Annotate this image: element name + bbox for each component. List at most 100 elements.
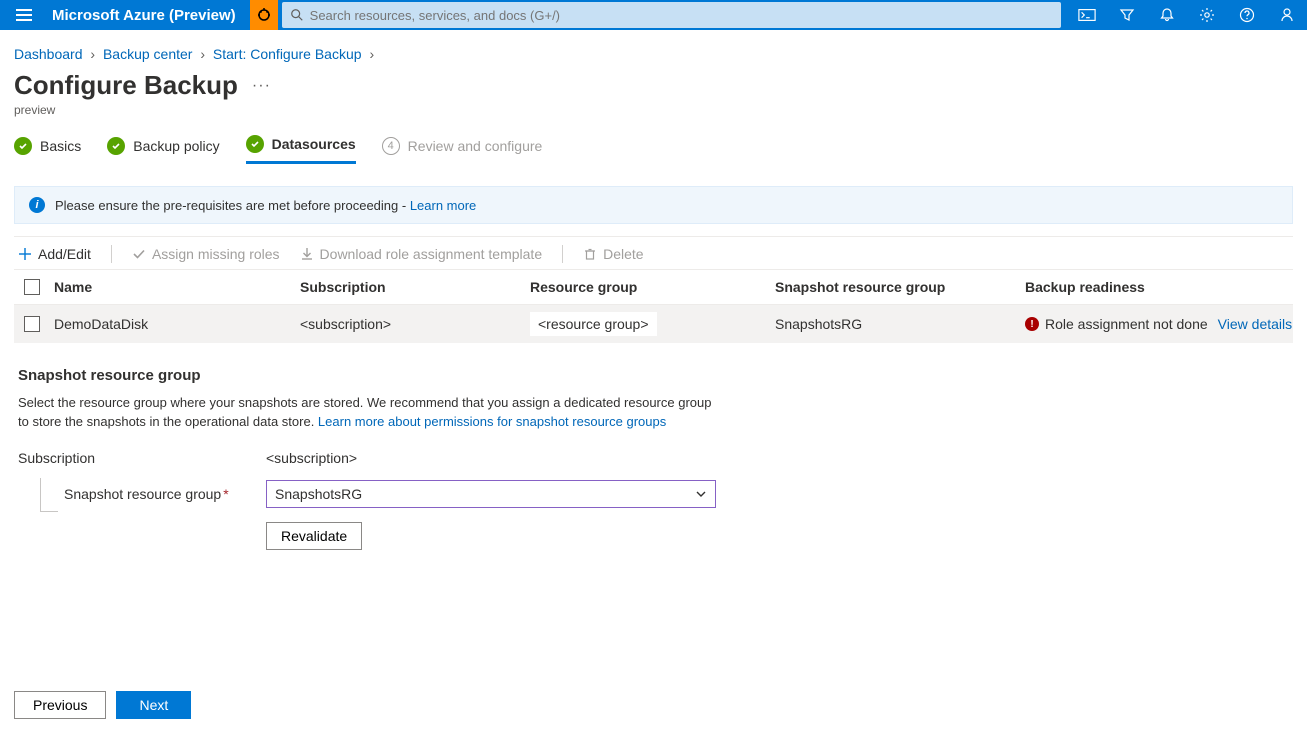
subscription-value: <subscription> <box>266 450 357 466</box>
divider <box>111 245 112 263</box>
col-resource-group: Resource group <box>530 279 775 295</box>
download-icon <box>300 247 314 261</box>
assign-roles-label: Assign missing roles <box>152 246 280 262</box>
next-button[interactable]: Next <box>116 691 191 719</box>
assign-roles-button: Assign missing roles <box>132 246 280 262</box>
preview-bug-button[interactable] <box>250 0 278 30</box>
readiness-text: Role assignment not done <box>1045 316 1208 332</box>
required-indicator: * <box>223 486 228 502</box>
snapshot-rg-section: Snapshot resource group Select the resou… <box>18 367 1289 432</box>
add-edit-button[interactable]: Add/Edit <box>18 246 91 262</box>
form-block: Subscription <subscription> Snapshot res… <box>18 450 1289 550</box>
check-icon <box>246 135 264 153</box>
check-icon <box>107 137 125 155</box>
step-number-icon: 4 <box>382 137 400 155</box>
col-name: Name <box>50 279 300 295</box>
step-review-and-configure: 4 Review and configure <box>382 137 543 163</box>
snapshot-rg-dropdown[interactable]: SnapshotsRG <box>266 480 716 508</box>
chevron-down-icon <box>695 488 707 500</box>
notifications-button[interactable] <box>1147 0 1187 30</box>
check-icon <box>132 247 146 261</box>
filter-icon <box>1119 7 1135 23</box>
tree-connector-icon <box>40 478 58 512</box>
hamburger-icon <box>16 14 32 16</box>
select-all-checkbox[interactable] <box>24 279 40 295</box>
search-box[interactable] <box>282 2 1061 28</box>
page-title-row: Configure Backup ··· <box>0 66 1307 101</box>
cell-snapshot-rg: SnapshotsRG <box>775 316 1025 332</box>
col-snapshot-rg: Snapshot resource group <box>775 279 1025 295</box>
add-edit-label: Add/Edit <box>38 246 91 262</box>
top-bar: Microsoft Azure (Preview) <box>0 0 1307 30</box>
menu-button[interactable] <box>0 0 48 30</box>
step-label: Datasources <box>272 136 356 152</box>
help-button[interactable] <box>1227 0 1267 30</box>
more-actions-button[interactable]: ··· <box>252 77 271 95</box>
form-row-revalidate: Revalidate <box>18 522 1289 550</box>
row-checkbox[interactable] <box>24 316 40 332</box>
settings-button[interactable] <box>1187 0 1227 30</box>
revalidate-button[interactable]: Revalidate <box>266 522 362 550</box>
chevron-right-icon: › <box>369 46 374 62</box>
check-icon <box>14 137 32 155</box>
delete-label: Delete <box>603 246 643 262</box>
previous-button[interactable]: Previous <box>14 691 106 719</box>
view-details-link[interactable]: View details <box>1218 316 1292 332</box>
section-description-link[interactable]: Learn more about permissions for snapsho… <box>318 414 666 429</box>
brand-label: Microsoft Azure (Preview) <box>48 7 250 24</box>
download-template-button: Download role assignment template <box>300 246 543 262</box>
bell-icon <box>1159 7 1175 23</box>
error-icon: ! <box>1025 317 1039 331</box>
step-label: Basics <box>40 138 81 154</box>
col-subscription: Subscription <box>300 279 530 295</box>
download-template-label: Download role assignment template <box>320 246 543 262</box>
breadcrumb-item-dashboard[interactable]: Dashboard <box>14 46 83 62</box>
chevron-right-icon: › <box>200 46 205 62</box>
section-title: Snapshot resource group <box>18 367 1289 384</box>
info-banner: i Please ensure the pre-requisites are m… <box>14 186 1293 224</box>
page-subtitle: preview <box>0 101 1307 135</box>
cell-subscription: <subscription> <box>300 316 530 332</box>
search-input[interactable] <box>304 8 1053 23</box>
cloud-shell-button[interactable] <box>1067 0 1107 30</box>
wizard-steps: Basics Backup policy Datasources 4 Revie… <box>0 135 1307 174</box>
subscription-label: Subscription <box>18 450 266 466</box>
info-icon: i <box>29 197 45 213</box>
step-backup-policy[interactable]: Backup policy <box>107 137 219 163</box>
step-label: Review and configure <box>408 138 543 154</box>
directory-filter-button[interactable] <box>1107 0 1147 30</box>
snapshot-rg-value: SnapshotsRG <box>275 486 362 502</box>
help-icon <box>1239 7 1255 23</box>
snapshot-rg-label: Snapshot resource group <box>64 486 221 502</box>
trash-icon <box>583 247 597 261</box>
breadcrumb-item-backup-center[interactable]: Backup center <box>103 46 193 62</box>
step-label: Backup policy <box>133 138 219 154</box>
bug-icon <box>256 7 272 23</box>
datasource-table: Name Subscription Resource group Snapsho… <box>14 269 1293 343</box>
gear-icon <box>1199 7 1215 23</box>
table-header: Name Subscription Resource group Snapsho… <box>14 269 1293 305</box>
breadcrumb-item-start-configure-backup[interactable]: Start: Configure Backup <box>213 46 362 62</box>
step-basics[interactable]: Basics <box>14 137 81 163</box>
search-icon <box>290 8 304 22</box>
form-row-subscription: Subscription <subscription> <box>18 450 1289 466</box>
plus-icon <box>18 247 32 261</box>
chevron-right-icon: › <box>90 46 95 62</box>
person-feedback-icon <box>1279 7 1295 23</box>
header-icons <box>1067 0 1307 30</box>
footer-buttons: Previous Next <box>14 691 191 719</box>
feedback-button[interactable] <box>1267 0 1307 30</box>
divider <box>562 245 563 263</box>
info-banner-link[interactable]: Learn more <box>410 198 476 213</box>
form-row-snapshot-rg: Snapshot resource group* SnapshotsRG <box>18 480 1289 508</box>
table-row[interactable]: DemoDataDisk <subscription> <resource gr… <box>14 305 1293 343</box>
delete-button: Delete <box>583 246 643 262</box>
col-backup-readiness: Backup readiness <box>1025 279 1293 295</box>
info-banner-text: Please ensure the pre-requisites are met… <box>55 198 410 213</box>
cell-backup-readiness: ! Role assignment not done View details <box>1025 316 1293 332</box>
breadcrumb: Dashboard › Backup center › Start: Confi… <box>0 30 1307 66</box>
page-title: Configure Backup <box>14 70 238 101</box>
cloud-shell-icon <box>1078 8 1096 22</box>
cell-resource-group: <resource group> <box>530 312 775 336</box>
step-datasources[interactable]: Datasources <box>246 135 356 164</box>
